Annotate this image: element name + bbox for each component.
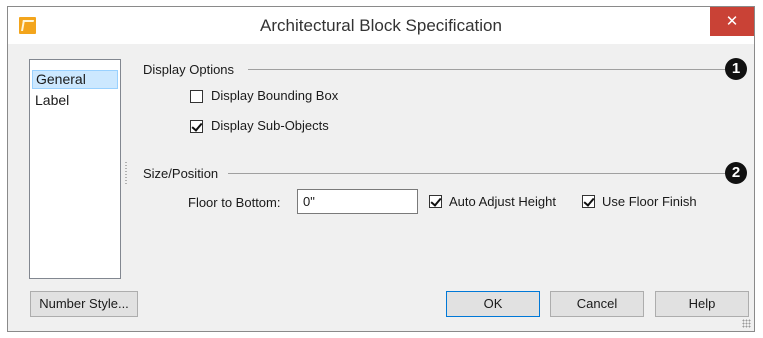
size-position-divider bbox=[228, 173, 726, 174]
cancel-button[interactable]: Cancel bbox=[550, 291, 644, 317]
floor-to-bottom-label: Floor to Bottom: bbox=[188, 195, 281, 210]
floor-to-bottom-input[interactable]: 0" bbox=[297, 189, 418, 214]
dialog-window: Architectural Block Specification ✕ Gene… bbox=[7, 6, 755, 332]
auto-adjust-height-label[interactable]: Auto Adjust Height bbox=[449, 194, 556, 209]
auto-adjust-height-checkbox[interactable] bbox=[429, 195, 442, 208]
number-style-button[interactable]: Number Style... bbox=[30, 291, 138, 317]
window-title: Architectural Block Specification bbox=[260, 16, 502, 35]
list-item-label[interactable]: Label bbox=[32, 91, 118, 110]
title-bar[interactable]: Architectural Block Specification ✕ bbox=[8, 7, 754, 44]
ok-button[interactable]: OK bbox=[446, 291, 540, 317]
use-floor-finish-label[interactable]: Use Floor Finish bbox=[602, 194, 697, 209]
display-bounding-box-checkbox[interactable] bbox=[190, 90, 203, 103]
size-position-heading: Size/Position bbox=[143, 166, 219, 181]
category-list[interactable]: General Label bbox=[29, 59, 121, 279]
callout-badge-1: 1 bbox=[725, 58, 747, 80]
splitter-handle[interactable] bbox=[125, 162, 127, 184]
resize-grip-icon[interactable] bbox=[742, 319, 751, 328]
display-sub-objects-label[interactable]: Display Sub-Objects bbox=[211, 118, 329, 133]
display-options-divider bbox=[248, 69, 726, 70]
display-options-heading: Display Options bbox=[143, 62, 235, 77]
callout-badge-2: 2 bbox=[725, 162, 747, 184]
use-floor-finish-checkbox[interactable] bbox=[582, 195, 595, 208]
close-button[interactable]: ✕ bbox=[710, 7, 754, 36]
help-button[interactable]: Help bbox=[655, 291, 749, 317]
display-bounding-box-label[interactable]: Display Bounding Box bbox=[211, 88, 338, 103]
display-sub-objects-checkbox[interactable] bbox=[190, 120, 203, 133]
list-item-general[interactable]: General bbox=[32, 70, 118, 89]
